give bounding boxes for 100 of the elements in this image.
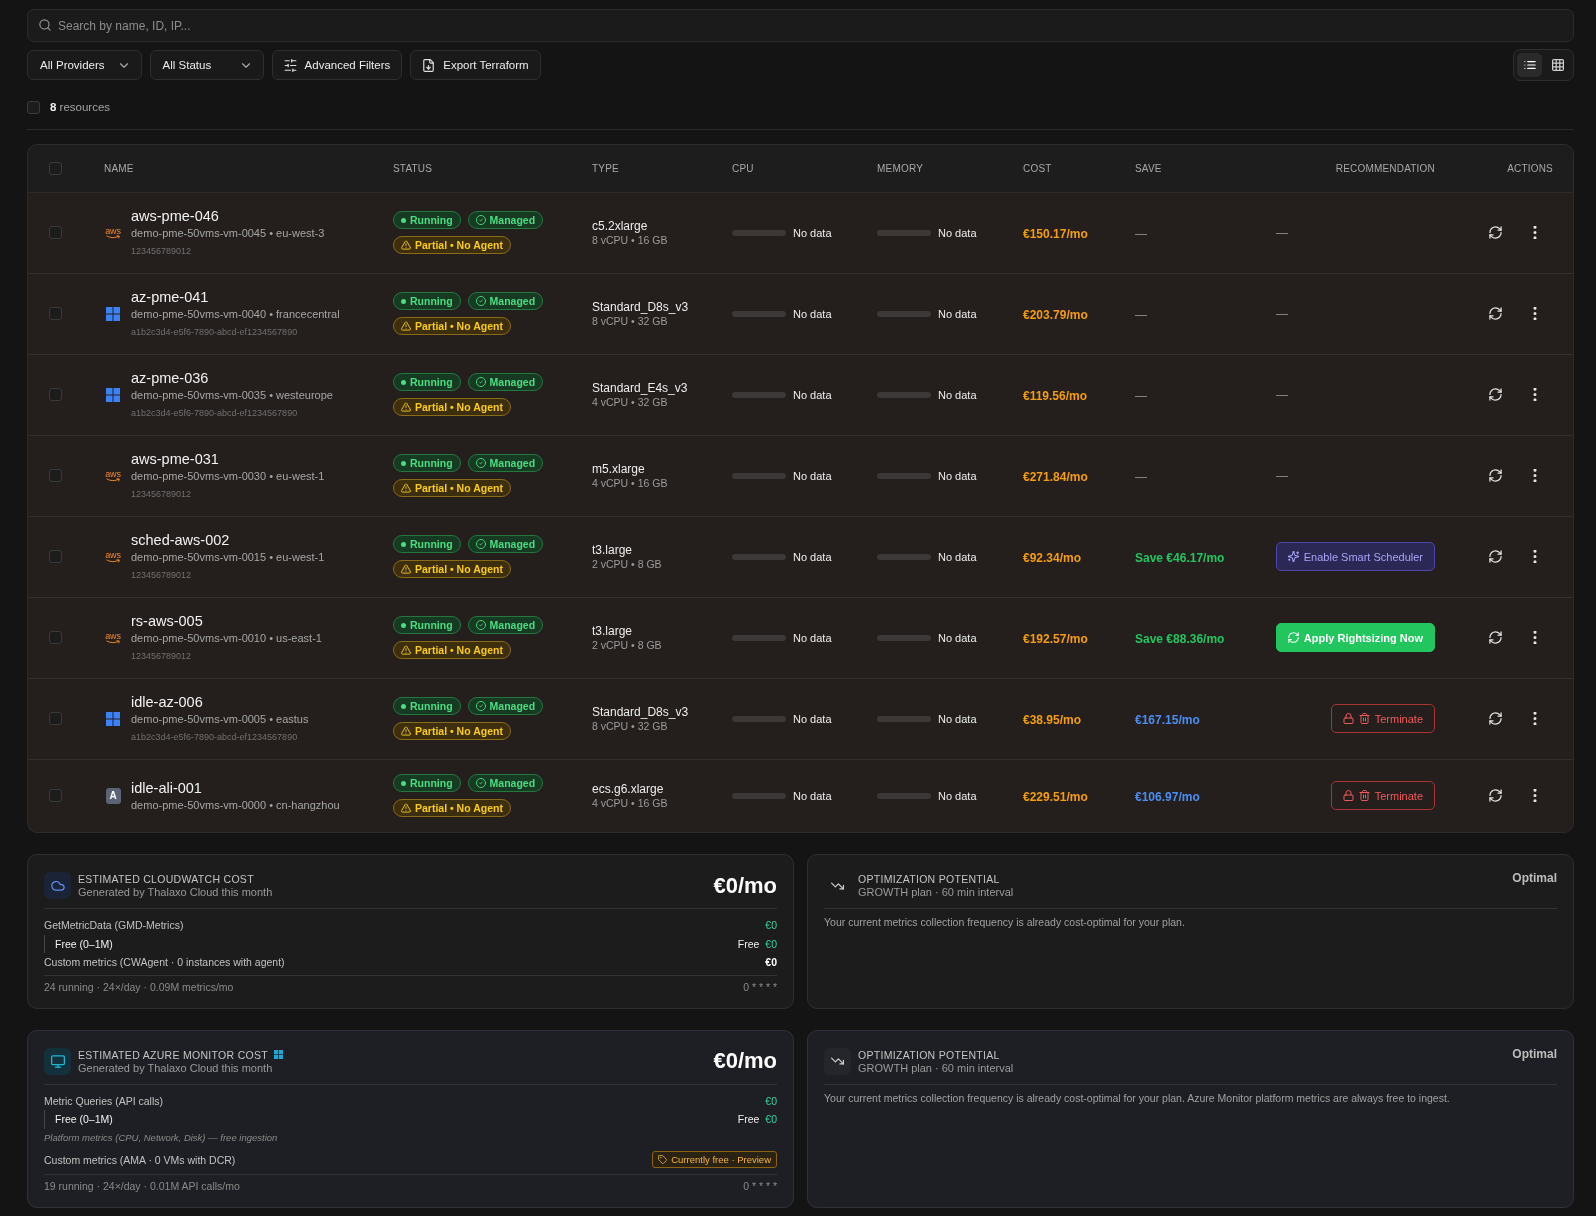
badge-label: Running	[410, 700, 453, 712]
enable-scheduler-button[interactable]: Enable Smart Scheduler	[1275, 542, 1435, 571]
provider-logo: A	[105, 787, 121, 804]
card-title: ESTIMATED CLOUDWATCH COST	[78, 873, 254, 885]
vm-id: a1b2c3d4-e5f6-7890-abcd-ef1234567890	[131, 407, 298, 420]
instance-specs: 4 vCPU • 32 GB	[592, 395, 668, 409]
trend-down-icon	[824, 1047, 851, 1075]
status-dot-icon	[401, 460, 406, 466]
cpu-usage-track	[732, 472, 786, 479]
usage-reading: No data	[793, 226, 832, 239]
select-all-checkbox[interactable]	[49, 162, 62, 175]
provider-logo: aws	[105, 226, 121, 239]
card-subtitle: Generated by Thalaxo Cloud this month	[78, 886, 273, 898]
badge-label: Partial • No Agent	[415, 563, 503, 575]
refresh-icon	[1488, 712, 1502, 725]
recommendation-value: —	[1276, 225, 1288, 240]
sliders-icon	[283, 58, 297, 72]
monthly-cost: €229.51/mo	[1023, 789, 1088, 804]
column-header: CPU	[732, 163, 755, 174]
badge-label: Partial • No Agent	[415, 644, 503, 656]
card-title: ESTIMATED AZURE MONITOR COST	[78, 1048, 269, 1061]
search-field[interactable]: Search by name, ID, IP...	[27, 9, 1574, 42]
tiles-icon	[106, 306, 120, 321]
vm-detail: demo-pme-50vms-vm-0030 • eu-west-1	[131, 469, 325, 484]
instance-specs: 2 vCPU • 8 GB	[592, 557, 662, 571]
check-circle-icon	[475, 620, 486, 630]
select-all-checkbox[interactable]	[27, 100, 40, 114]
vm-detail: demo-pme-50vms-vm-0010 • us-east-1	[131, 631, 322, 646]
check-circle-icon	[475, 215, 486, 225]
badge-label: Managed	[489, 457, 536, 469]
usage-reading: No data	[938, 631, 977, 644]
search-icon	[39, 19, 51, 31]
column-header: NAME	[104, 163, 135, 174]
refresh-icon	[1488, 469, 1502, 482]
cloud-icon	[44, 872, 71, 899]
cpu-usage-track	[732, 792, 786, 799]
memory-usage-track	[877, 715, 931, 722]
monthly-cost: €92.34/mo	[1023, 550, 1082, 565]
instance-type: t3.large	[592, 542, 633, 557]
filter-dropdown[interactable]: All Providers	[27, 50, 142, 80]
badge-label: Partial • No Agent	[415, 401, 503, 413]
column-header: SAVE	[1135, 163, 1163, 174]
refresh-icon	[1488, 550, 1502, 563]
optimization-status: Optimal	[1512, 1046, 1557, 1061]
monthly-cost: €271.84/mo	[1023, 469, 1088, 484]
warning-icon	[401, 726, 411, 736]
refresh-icon	[1488, 226, 1502, 239]
row-checkbox[interactable]	[49, 631, 62, 644]
badge-label: Partial • No Agent	[415, 320, 503, 332]
card-subtitle: GROWTH plan · 60 min interval	[858, 1061, 1014, 1074]
row-checkbox[interactable]	[49, 550, 62, 563]
check-circle-icon	[475, 539, 486, 549]
check-circle-icon	[475, 296, 486, 306]
badge-label: Running	[410, 214, 453, 226]
column-header: RECOMMENDATION	[1334, 163, 1435, 174]
row-checkbox[interactable]	[49, 388, 62, 401]
export-button[interactable]: Export Terraform	[410, 50, 541, 80]
status-dot-icon	[401, 298, 406, 304]
vm-name: aws-pme-031	[131, 450, 219, 469]
status-dot-icon	[401, 541, 406, 547]
row-checkbox[interactable]	[49, 789, 62, 802]
list-view-button[interactable]	[1517, 53, 1542, 77]
filter-dropdown[interactable]: All Status	[149, 50, 264, 80]
vm-detail: demo-pme-50vms-vm-0000 • cn-hangzhou	[131, 797, 340, 813]
cost-amount: €0/mo	[713, 1048, 777, 1074]
advanced-filters-button[interactable]: Advanced Filters	[271, 50, 403, 80]
warning-icon	[401, 483, 411, 493]
monthly-cost: €203.79/mo	[1023, 307, 1088, 322]
sparkles-icon	[1287, 551, 1299, 562]
recommendation-value: —	[1276, 387, 1288, 402]
savings-value: €167.15/mo	[1135, 712, 1200, 727]
file-download-icon	[422, 58, 436, 72]
vm-id: 123456789012	[131, 569, 192, 582]
vm-id: 123456789012	[131, 245, 192, 258]
row-checkbox[interactable]	[49, 226, 62, 239]
warning-icon	[401, 240, 411, 250]
terminate-button[interactable]: Terminate	[1330, 704, 1435, 733]
line-label: GetMetricData (GMD-Metrics)	[44, 919, 184, 932]
badge-label: Managed	[489, 214, 536, 226]
instance-specs: 4 vCPU • 16 GB	[592, 476, 668, 490]
usage-reading: No data	[938, 388, 977, 401]
vm-name: aws-pme-046	[131, 207, 219, 226]
line-value: €0	[765, 937, 777, 950]
warning-icon	[401, 402, 411, 412]
usage-summary: 19 running · 24×/day · 0.01M API calls/mo	[44, 1179, 240, 1192]
row-checkbox[interactable]	[49, 712, 62, 725]
tier-tag: Free	[737, 937, 760, 950]
badge-label: Running	[410, 295, 453, 307]
refresh-icon	[1488, 789, 1502, 802]
vertical-dots-icon	[1533, 789, 1537, 802]
row-checkbox[interactable]	[49, 307, 62, 320]
badge-label: Partial • No Agent	[415, 482, 503, 494]
terminate-button[interactable]: Terminate	[1330, 781, 1435, 810]
usage-reading: No data	[938, 307, 977, 320]
memory-usage-track	[877, 553, 931, 560]
savings-value: —	[1135, 469, 1147, 484]
card-title: OPTIMIZATION POTENTIAL	[858, 873, 1000, 885]
usage-reading: No data	[938, 469, 977, 482]
row-checkbox[interactable]	[49, 469, 62, 482]
monthly-cost: €192.57/mo	[1023, 631, 1088, 646]
